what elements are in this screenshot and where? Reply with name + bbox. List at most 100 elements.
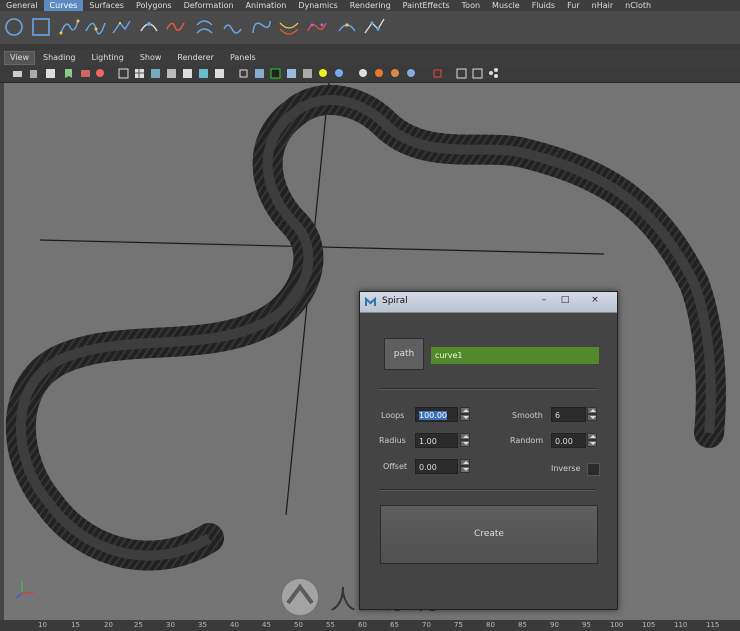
ruler-tick: 25 [134, 621, 143, 629]
path-button[interactable]: path [384, 338, 424, 370]
menu-lighting[interactable]: Lighting [83, 50, 131, 66]
shelf-tab-dynamics[interactable]: Dynamics [292, 0, 343, 11]
ep-curve-tool-icon[interactable] [84, 15, 106, 39]
smooth-spinner[interactable] [587, 407, 597, 422]
select-camera-icon[interactable] [12, 68, 23, 79]
separator-bottom [379, 489, 596, 491]
shelf-tab-painteffects[interactable]: PaintEffects [397, 0, 456, 11]
shelf-tab-fluids[interactable]: Fluids [526, 0, 561, 11]
ruler-tick: 60 [358, 621, 367, 629]
ruler-tick: 90 [550, 621, 559, 629]
xray-active-icon[interactable] [472, 68, 483, 79]
nurbs-circle-icon[interactable] [3, 15, 25, 39]
shelf-tab-general[interactable]: General [0, 0, 44, 11]
ruler-tick: 65 [390, 621, 399, 629]
text-toggle-icon[interactable] [214, 68, 225, 79]
attach-curves-icon[interactable] [164, 15, 186, 39]
dialog-title-bar[interactable]: Spiral – □ × [360, 292, 617, 313]
add-points-tool-icon[interactable] [362, 15, 388, 39]
spiral-dialog: Spiral – □ × path curve1 Loops 100.00 Sm… [359, 291, 618, 610]
lock-camera-icon[interactable] [28, 68, 39, 79]
fillet-curve-icon[interactable] [336, 15, 358, 39]
shaded-cube-icon[interactable] [254, 68, 265, 79]
path-curve-field[interactable]: curve1 [431, 347, 599, 364]
loops-spinner[interactable] [460, 407, 470, 422]
shelf-tab-deformation[interactable]: Deformation [178, 0, 240, 11]
shelf-tab-rendering[interactable]: Rendering [344, 0, 397, 11]
isolate-select-icon[interactable] [432, 68, 443, 79]
insert-knot-icon[interactable] [222, 15, 244, 39]
camera-attributes-icon[interactable] [45, 68, 56, 79]
wireframe-on-shaded-icon[interactable] [270, 68, 281, 79]
extend-curve-icon[interactable] [250, 15, 272, 39]
random-field[interactable]: 0.00 [551, 433, 586, 448]
smooth-label: Smooth [512, 411, 543, 420]
offset-curve-icon[interactable] [278, 15, 300, 39]
cv-curve-tool-icon[interactable] [58, 15, 80, 39]
smooth-shade-icon[interactable] [150, 68, 161, 79]
shelf-tab-muscle[interactable]: Muscle [486, 0, 526, 11]
detach-curves-icon[interactable] [194, 15, 216, 39]
create-button[interactable]: Create [380, 505, 598, 564]
ruler-tick: 105 [642, 621, 656, 629]
arc-tool-icon[interactable] [138, 15, 160, 39]
ruler-tick: 50 [294, 621, 303, 629]
bookmark-icon[interactable] [63, 68, 74, 79]
offset-spinner[interactable] [460, 459, 470, 474]
flat-shade-icon[interactable] [166, 68, 177, 79]
wireframe-cube-icon[interactable] [238, 68, 249, 79]
bounding-box-icon[interactable] [182, 68, 193, 79]
shelf-tab-toon[interactable]: Toon [456, 0, 486, 11]
curves-shelf [0, 11, 740, 45]
radius-field[interactable]: 1.00 [415, 433, 458, 448]
ruler-tick: 75 [454, 621, 463, 629]
offset-field[interactable]: 0.00 [415, 459, 458, 474]
shelf-tab-nhair[interactable]: nHair [586, 0, 620, 11]
shelf-tab-fur[interactable]: Fur [561, 0, 586, 11]
xray-joints-icon[interactable] [456, 68, 467, 79]
pencil-curve-tool-icon[interactable] [110, 15, 132, 39]
default-light-icon[interactable] [318, 68, 329, 79]
menu-panels[interactable]: Panels [222, 50, 264, 66]
smooth-field[interactable]: 6 [551, 407, 586, 422]
menu-show[interactable]: Show [132, 50, 170, 66]
ruler-tick: 55 [326, 621, 335, 629]
menu-view[interactable]: View [4, 51, 35, 65]
2d-pan-zoom-icon[interactable] [95, 68, 106, 79]
ruler-tick: 115 [706, 621, 720, 629]
maximize-button[interactable]: □ [557, 295, 573, 306]
rebuild-curve-icon[interactable] [306, 15, 328, 39]
shelf-tab-animation[interactable]: Animation [240, 0, 293, 11]
textured-cube-icon[interactable] [286, 68, 297, 79]
all-lights-icon[interactable] [334, 68, 345, 79]
ruler-tick: 30 [166, 621, 175, 629]
shadows-icon[interactable] [358, 68, 369, 79]
share-icon[interactable] [488, 68, 499, 79]
minimize-button[interactable]: – [536, 295, 552, 306]
shelf-tab-curves[interactable]: Curves [43, 0, 84, 11]
random-spinner[interactable] [587, 433, 597, 448]
inverse-checkbox[interactable] [587, 463, 600, 476]
menu-renderer[interactable]: Renderer [169, 50, 222, 66]
texture-icon[interactable] [198, 68, 209, 79]
image-plane-icon[interactable] [80, 68, 91, 79]
shelf-tab-ncloth[interactable]: nCloth [619, 0, 657, 11]
ruler-tick: 80 [486, 621, 495, 629]
grid-icon[interactable] [134, 68, 145, 79]
xray-icon[interactable] [302, 68, 313, 79]
anti-aliasing-icon[interactable] [406, 68, 417, 79]
shelf-tab-surfaces[interactable]: Surfaces [83, 0, 130, 11]
close-button[interactable]: × [587, 295, 603, 306]
menu-shading[interactable]: Shading [35, 50, 84, 66]
loops-field[interactable]: 100.00 [415, 407, 458, 422]
radius-spinner[interactable] [460, 433, 470, 448]
nurbs-square-icon[interactable] [30, 15, 52, 39]
ambient-occlusion-icon[interactable] [374, 68, 385, 79]
ruler-tick: 35 [198, 621, 207, 629]
ruler-tick: 45 [262, 621, 271, 629]
wireframe-icon[interactable] [118, 68, 129, 79]
loops-value: 100.00 [419, 411, 447, 420]
motion-blur-icon[interactable] [390, 68, 401, 79]
time-slider-ruler[interactable]: 10 15 20 25 30 35 40 45 50 55 60 65 70 7… [0, 620, 740, 631]
shelf-tab-polygons[interactable]: Polygons [130, 0, 178, 11]
